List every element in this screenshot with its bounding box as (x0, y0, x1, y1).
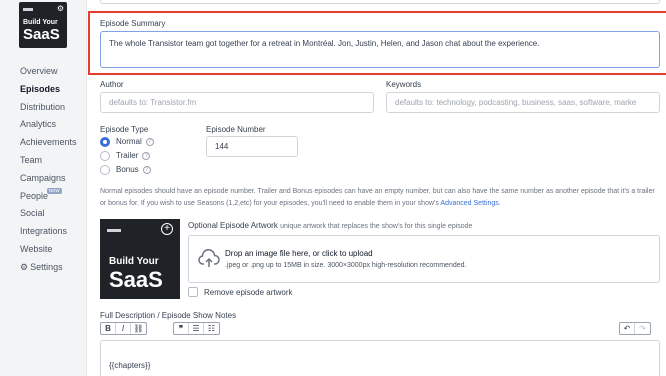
sidebar-item-campaigns[interactable]: Campaigns (20, 170, 86, 188)
upload-cloud-icon (198, 249, 220, 267)
keywords-label: Keywords (386, 80, 422, 89)
advanced-settings-link[interactable]: Advanced Settings (440, 200, 498, 207)
remove-artwork-row[interactable]: Remove episode artwork (188, 287, 292, 297)
summary-label: Episode Summary (100, 19, 166, 28)
block-toolbar: ❞ ☰ ☷ (173, 322, 220, 335)
gear-icon[interactable]: ⚙ (57, 5, 64, 13)
sidebar: ⚙ Build Your SaaS Overview Episodes Dist… (0, 0, 87, 376)
episode-number-label: Episode Number (206, 125, 266, 134)
remove-artwork-checkbox[interactable] (188, 287, 198, 297)
artwork-logo-bar (107, 229, 121, 232)
hint-text: Normal episodes should have an episode n… (100, 188, 655, 207)
artwork-title-line2: SaaS (109, 267, 163, 292)
sidebar-item-website[interactable]: Website (20, 241, 86, 259)
episode-type-hint: Normal episodes should have an episode n… (100, 186, 660, 210)
radio-bonus-label: Bonus (116, 165, 139, 174)
help-icon[interactable]: ? (145, 137, 154, 146)
format-toolbar: B I ⛓ (100, 322, 147, 335)
radio-trailer-label: Trailer (116, 151, 139, 160)
author-input[interactable]: defaults to: Transistor.fm (100, 92, 374, 113)
cover-title-line1: Build Your (23, 19, 58, 26)
artwork-title-line1: Build Your (109, 256, 159, 267)
episode-type-label: Episode Type (100, 125, 149, 134)
artwork-sublabel: unique artwork that replaces the show's … (280, 223, 473, 230)
sidebar-item-integrations[interactable]: Integrations (20, 223, 86, 241)
quote-icon[interactable]: ❞ (174, 323, 189, 334)
undo-icon[interactable]: ↶ (620, 323, 635, 334)
history-toolbar: ↶ ↷ (619, 322, 651, 335)
numbered-list-icon[interactable]: ☷ (204, 323, 219, 334)
radio-trailer[interactable]: Trailer ? (100, 149, 151, 162)
dropzone-title: Drop an image file here, or click to upl… (225, 249, 373, 258)
podcast-cover[interactable]: ⚙ Build Your SaaS (19, 2, 67, 48)
sidebar-item-label: People (20, 190, 49, 201)
radio-trailer-button[interactable] (100, 150, 110, 161)
previous-field-edge (100, 0, 660, 4)
episode-number-input[interactable]: 144 (206, 136, 298, 157)
bullet-list-icon[interactable]: ☰ (189, 323, 204, 334)
bold-button[interactable]: B (101, 323, 116, 334)
artwork-label-text: Optional Episode Artwork (188, 221, 278, 230)
author-label: Author (100, 80, 124, 89)
help-icon[interactable]: ? (142, 151, 151, 160)
sidebar-nav: Overview Episodes Distribution Analytics… (20, 63, 86, 277)
italic-button[interactable]: I (116, 323, 131, 334)
settings-gear-icon: ⚙ (20, 261, 29, 272)
link-icon[interactable]: ⛓ (131, 323, 146, 334)
plus-circle-icon[interactable]: + (161, 223, 173, 235)
episode-artwork-preview: + Build Your SaaS (100, 219, 180, 299)
summary-textarea[interactable]: The whole Transistor team got together f… (100, 31, 660, 68)
radio-bonus[interactable]: Bonus ? (100, 163, 151, 176)
sidebar-item-analytics[interactable]: Analytics (20, 116, 86, 134)
radio-bonus-button[interactable] (100, 164, 110, 175)
radio-normal[interactable]: Normal ? (100, 135, 154, 148)
sidebar-item-social[interactable]: Social (20, 205, 86, 223)
sidebar-item-label: Settings (30, 261, 63, 272)
keywords-input[interactable]: defaults to: technology, podcasting, bus… (386, 92, 660, 113)
sidebar-item-overview[interactable]: Overview (20, 63, 86, 81)
remove-artwork-label: Remove episode artwork (204, 287, 293, 297)
sidebar-item-episodes[interactable]: Episodes (20, 81, 86, 99)
cover-logo-bar (23, 8, 33, 11)
sidebar-item-distribution[interactable]: Distribution (20, 99, 86, 117)
cover-title-line2: SaaS (23, 26, 60, 43)
description-editor[interactable]: {{chapters}} (100, 340, 660, 376)
artwork-dropzone[interactable]: Drop an image file here, or click to upl… (188, 235, 660, 283)
artwork-label: Optional Episode Artwork unique artwork … (188, 221, 472, 230)
radio-normal-button[interactable] (100, 136, 110, 147)
new-badge: NEW (47, 187, 62, 194)
radio-normal-label: Normal (116, 137, 142, 146)
redo-icon[interactable]: ↷ (635, 323, 650, 334)
editor-content: {{chapters}} (109, 361, 151, 370)
hint-end: . (498, 200, 501, 207)
dropzone-subtitle: .jpeg or .png up to 15MB in size. 3000×3… (225, 262, 467, 269)
description-label: Full Description / Episode Show Notes (100, 311, 237, 320)
sidebar-item-achievements[interactable]: Achievements (20, 134, 86, 152)
sidebar-item-settings[interactable]: ⚙ Settings (20, 259, 86, 277)
sidebar-item-team[interactable]: Team (20, 152, 86, 170)
help-icon[interactable]: ? (142, 165, 151, 174)
sidebar-item-people[interactable]: People NEW (20, 187, 86, 206)
